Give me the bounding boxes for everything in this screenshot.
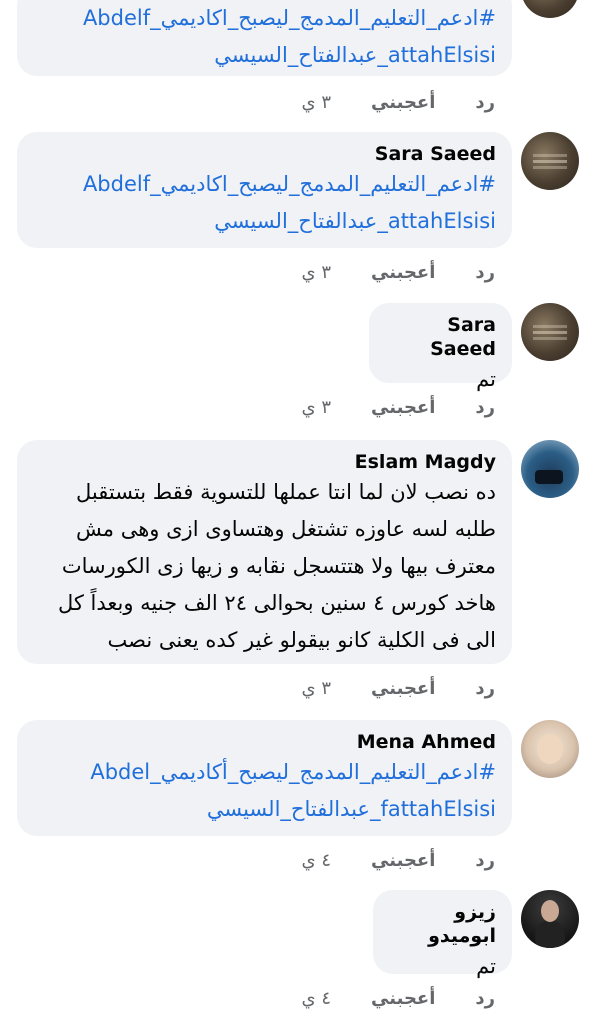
comment-bubble[interactable]: Sara Saeed #ادعم_التعليم_المدمج_ليصبح_اك…	[17, 132, 512, 248]
comment-bubble[interactable]: Sara Saeed تم	[369, 303, 512, 391]
comment-actions: ٤ ي أعجبني رد	[302, 848, 495, 872]
like-button[interactable]: أعجبني	[371, 988, 435, 1009]
avatar[interactable]	[521, 440, 579, 498]
like-button[interactable]: أعجبني	[371, 678, 435, 699]
comment-actions: ٣ ي أعجبني رد	[302, 260, 495, 284]
like-button[interactable]: أعجبني	[371, 262, 435, 283]
avatar[interactable]	[521, 0, 579, 18]
reply-button[interactable]: رد	[475, 988, 495, 1009]
comment-author[interactable]: زيزو ابوميدو	[389, 900, 496, 948]
hashtag-link[interactable]: #ادعم_التعليم_المدمج_ليصبح_اكاديمي_Abdel…	[33, 166, 496, 203]
comment-bubble[interactable]: #ادعم_التعليم_المدمج_ليصبح_اكاديمي_Abdel…	[17, 0, 512, 76]
hashtag-link[interactable]: #ادعم_التعليم_المدمج_ليصبح_أكاديمي_Abdel	[33, 754, 496, 791]
comment-text: تم	[476, 367, 496, 391]
comment-author[interactable]: Eslam Magdy	[33, 450, 496, 474]
comment-bubble[interactable]: Eslam Magdy ده نصب لان لما انتا عملها لل…	[17, 440, 512, 664]
avatar[interactable]	[521, 132, 579, 190]
comment-text: ده نصب لان لما انتا عملها للتسوية فقط بت…	[57, 480, 496, 652]
avatar[interactable]	[521, 303, 579, 361]
hashtag-link[interactable]: attahElsisi_عبدالفتاح_السيسي	[33, 37, 496, 74]
hashtag-link[interactable]: attahElsisi_عبدالفتاح_السيسي	[33, 203, 496, 240]
comment-actions: ٤ ي أعجبني رد	[302, 986, 495, 1010]
comment-time[interactable]: ٣ ي	[302, 92, 331, 113]
avatar[interactable]	[521, 890, 579, 948]
comment-author[interactable]: Mena Ahmed	[33, 730, 496, 754]
comment-time[interactable]: ٤ ي	[302, 988, 331, 1009]
hashtag-link[interactable]: #ادعم_التعليم_المدمج_ليصبح_اكاديمي_Abdel…	[33, 0, 496, 37]
comment-text: تم	[476, 954, 496, 978]
reply-button[interactable]: رد	[475, 678, 495, 699]
comment-actions: ٣ ي أعجبني رد	[302, 395, 495, 419]
hashtag-link[interactable]: fattahElsisi_عبدالفتاح_السيسي	[33, 791, 496, 828]
comment-time[interactable]: ٤ ي	[302, 850, 331, 871]
comment-time[interactable]: ٣ ي	[302, 678, 331, 699]
like-button[interactable]: أعجبني	[371, 397, 435, 418]
comment-bubble[interactable]: زيزو ابوميدو تم	[373, 890, 512, 978]
comment-time[interactable]: ٣ ي	[302, 262, 331, 283]
comment-time[interactable]: ٣ ي	[302, 397, 331, 418]
comment-author[interactable]: Sara Saeed	[385, 313, 496, 361]
comment-author[interactable]: Sara Saeed	[33, 142, 496, 166]
comment-actions: ٣ ي أعجبني رد	[302, 90, 495, 114]
reply-button[interactable]: رد	[475, 262, 495, 283]
like-button[interactable]: أعجبني	[371, 850, 435, 871]
comment-bubble[interactable]: Mena Ahmed #ادعم_التعليم_المدمج_ليصبح_أك…	[17, 720, 512, 836]
avatar[interactable]	[521, 720, 579, 778]
like-button[interactable]: أعجبني	[371, 92, 435, 113]
reply-button[interactable]: رد	[475, 850, 495, 871]
reply-button[interactable]: رد	[475, 92, 495, 113]
reply-button[interactable]: رد	[475, 397, 495, 418]
comment-actions: ٣ ي أعجبني رد	[302, 676, 495, 700]
